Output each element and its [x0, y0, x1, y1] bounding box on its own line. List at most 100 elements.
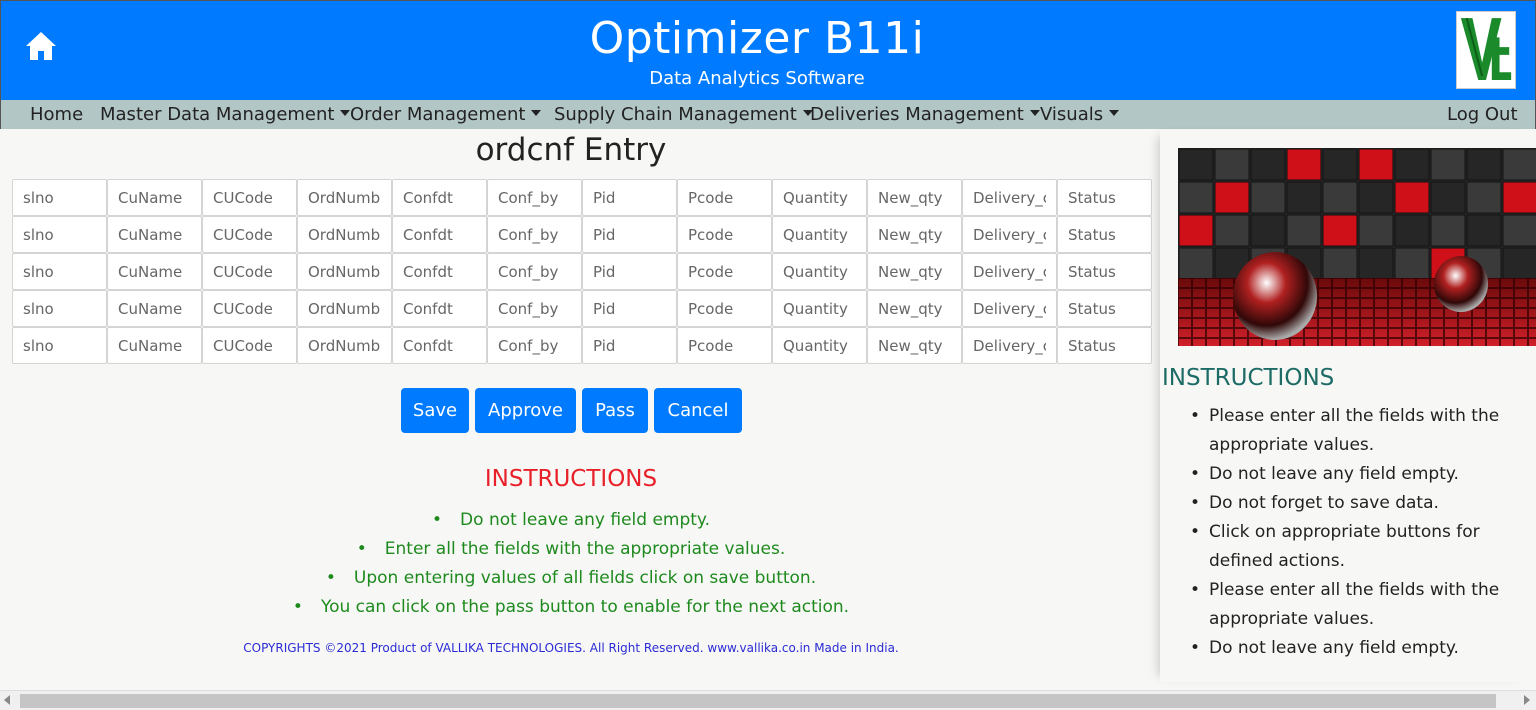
- field-ordnumb-input[interactable]: [297, 327, 392, 364]
- instruction-item: You can click on the pass button to enab…: [12, 593, 1130, 622]
- field-cuname-input[interactable]: [107, 327, 202, 364]
- main-navbar: Home Master Data Management Order Manage…: [0, 100, 1536, 129]
- app-header: Optimizer B11i Data Analytics Software: [0, 0, 1536, 100]
- field-quantity-input[interactable]: [772, 290, 867, 327]
- field-conf-by-input[interactable]: [487, 327, 582, 364]
- logout-link[interactable]: Log Out: [1447, 104, 1518, 125]
- field-pcode-input[interactable]: [677, 253, 772, 290]
- field-slno-input[interactable]: [12, 327, 107, 364]
- field-cuname-input[interactable]: [107, 290, 202, 327]
- field-confdt-input[interactable]: [392, 216, 487, 253]
- field-pid-input[interactable]: [582, 253, 677, 290]
- vt-logo-icon: [1456, 11, 1516, 89]
- field-status-input[interactable]: [1057, 327, 1152, 364]
- field-new-qty-input[interactable]: [867, 290, 962, 327]
- field-cucode-input[interactable]: [202, 327, 297, 364]
- sidebar-instruction-item: Do not leave any field empty.: [1190, 634, 1536, 663]
- nav-visuals[interactable]: Visuals: [1040, 104, 1120, 125]
- field-cuname-input[interactable]: [107, 216, 202, 253]
- sidebar-instruction-item: Do not forget to save data.: [1190, 489, 1536, 518]
- field-slno-input[interactable]: [12, 290, 107, 327]
- field-cuname-input[interactable]: [107, 253, 202, 290]
- field-status-input[interactable]: [1057, 253, 1152, 290]
- field-conf-by-input[interactable]: [487, 179, 582, 216]
- field-conf-by-input[interactable]: [487, 253, 582, 290]
- app-subtitle: Data Analytics Software: [649, 68, 865, 89]
- sidebar-instruction-item: Please enter all the fields with the app…: [1190, 576, 1536, 634]
- field-confdt-input[interactable]: [392, 327, 487, 364]
- field-conf-by-input[interactable]: [487, 216, 582, 253]
- field-delivery-c-input[interactable]: [962, 253, 1057, 290]
- field-quantity-input[interactable]: [772, 253, 867, 290]
- field-delivery-c-input[interactable]: [962, 290, 1057, 327]
- horizontal-scrollbar[interactable]: [0, 690, 1536, 710]
- field-new-qty-input[interactable]: [867, 179, 962, 216]
- field-delivery-c-input[interactable]: [962, 179, 1057, 216]
- caret-down-icon: [531, 110, 542, 116]
- field-cuname-input[interactable]: [107, 179, 202, 216]
- nav-supply-chain-management[interactable]: Supply Chain Management: [554, 104, 813, 125]
- pass-button[interactable]: Pass: [582, 388, 648, 433]
- nav-home[interactable]: Home: [30, 104, 83, 125]
- copyright-footer: COPYRIGHTS ©2021 Product of VALLIKA TECH…: [243, 641, 899, 655]
- approve-button[interactable]: Approve: [475, 388, 576, 433]
- field-status-input[interactable]: [1057, 179, 1152, 216]
- field-ordnumb-input[interactable]: [297, 216, 392, 253]
- field-confdt-input[interactable]: [392, 179, 487, 216]
- field-conf-by-input[interactable]: [487, 290, 582, 327]
- nav-order-management[interactable]: Order Management: [350, 104, 542, 125]
- app-title: Optimizer B11i: [589, 13, 925, 64]
- field-quantity-input[interactable]: [772, 179, 867, 216]
- field-status-input[interactable]: [1057, 216, 1152, 253]
- scroll-right-arrow-icon[interactable]: [1524, 695, 1530, 705]
- field-pid-input[interactable]: [582, 327, 677, 364]
- field-new-qty-input[interactable]: [867, 253, 962, 290]
- page-title: ordcnf Entry: [475, 132, 667, 168]
- field-confdt-input[interactable]: [392, 253, 487, 290]
- sidebar-instruction-item: Click on appropriate buttons for defined…: [1190, 518, 1536, 576]
- field-new-qty-input[interactable]: [867, 327, 962, 364]
- field-pid-input[interactable]: [582, 216, 677, 253]
- scroll-left-arrow-icon[interactable]: [4, 695, 10, 705]
- nav-master-data-management[interactable]: Master Data Management: [100, 104, 351, 125]
- caret-down-icon: [1029, 110, 1040, 116]
- sidebar-instructions-title: INSTRUCTIONS: [1162, 365, 1335, 391]
- field-quantity-input[interactable]: [772, 216, 867, 253]
- decorative-cubes-image: [1178, 148, 1536, 346]
- field-ordnumb-input[interactable]: [297, 179, 392, 216]
- field-delivery-c-input[interactable]: [962, 216, 1057, 253]
- instruction-item: Do not leave any field empty.: [12, 506, 1130, 535]
- caret-down-icon: [1109, 110, 1120, 116]
- field-cucode-input[interactable]: [202, 216, 297, 253]
- field-delivery-c-input[interactable]: [962, 327, 1057, 364]
- right-sidebar: INSTRUCTIONS Please enter all the fields…: [1160, 130, 1536, 682]
- instructions-title: INSTRUCTIONS: [484, 466, 658, 492]
- field-pid-input[interactable]: [582, 290, 677, 327]
- sidebar-instruction-item: Please enter all the fields with the app…: [1190, 402, 1536, 460]
- field-cucode-input[interactable]: [202, 290, 297, 327]
- field-pcode-input[interactable]: [677, 290, 772, 327]
- instructions-list: Do not leave any field empty. Enter all …: [12, 506, 1130, 622]
- scrollbar-thumb[interactable]: [20, 694, 1496, 708]
- sidebar-instructions-list: Please enter all the fields with the app…: [1190, 402, 1536, 663]
- field-pid-input[interactable]: [582, 179, 677, 216]
- field-ordnumb-input[interactable]: [297, 253, 392, 290]
- field-new-qty-input[interactable]: [867, 216, 962, 253]
- field-slno-input[interactable]: [12, 253, 107, 290]
- field-pcode-input[interactable]: [677, 179, 772, 216]
- nav-deliveries-management[interactable]: Deliveries Management: [810, 104, 1040, 125]
- cancel-button[interactable]: Cancel: [654, 388, 742, 433]
- field-pcode-input[interactable]: [677, 216, 772, 253]
- field-slno-input[interactable]: [12, 179, 107, 216]
- field-quantity-input[interactable]: [772, 327, 867, 364]
- field-status-input[interactable]: [1057, 290, 1152, 327]
- save-button[interactable]: Save: [401, 388, 469, 433]
- field-cucode-input[interactable]: [202, 253, 297, 290]
- field-pcode-input[interactable]: [677, 327, 772, 364]
- field-ordnumb-input[interactable]: [297, 290, 392, 327]
- field-cucode-input[interactable]: [202, 179, 297, 216]
- field-confdt-input[interactable]: [392, 290, 487, 327]
- instruction-item: Enter all the fields with the appropriat…: [12, 535, 1130, 564]
- field-slno-input[interactable]: [12, 216, 107, 253]
- caret-down-icon: [340, 110, 351, 116]
